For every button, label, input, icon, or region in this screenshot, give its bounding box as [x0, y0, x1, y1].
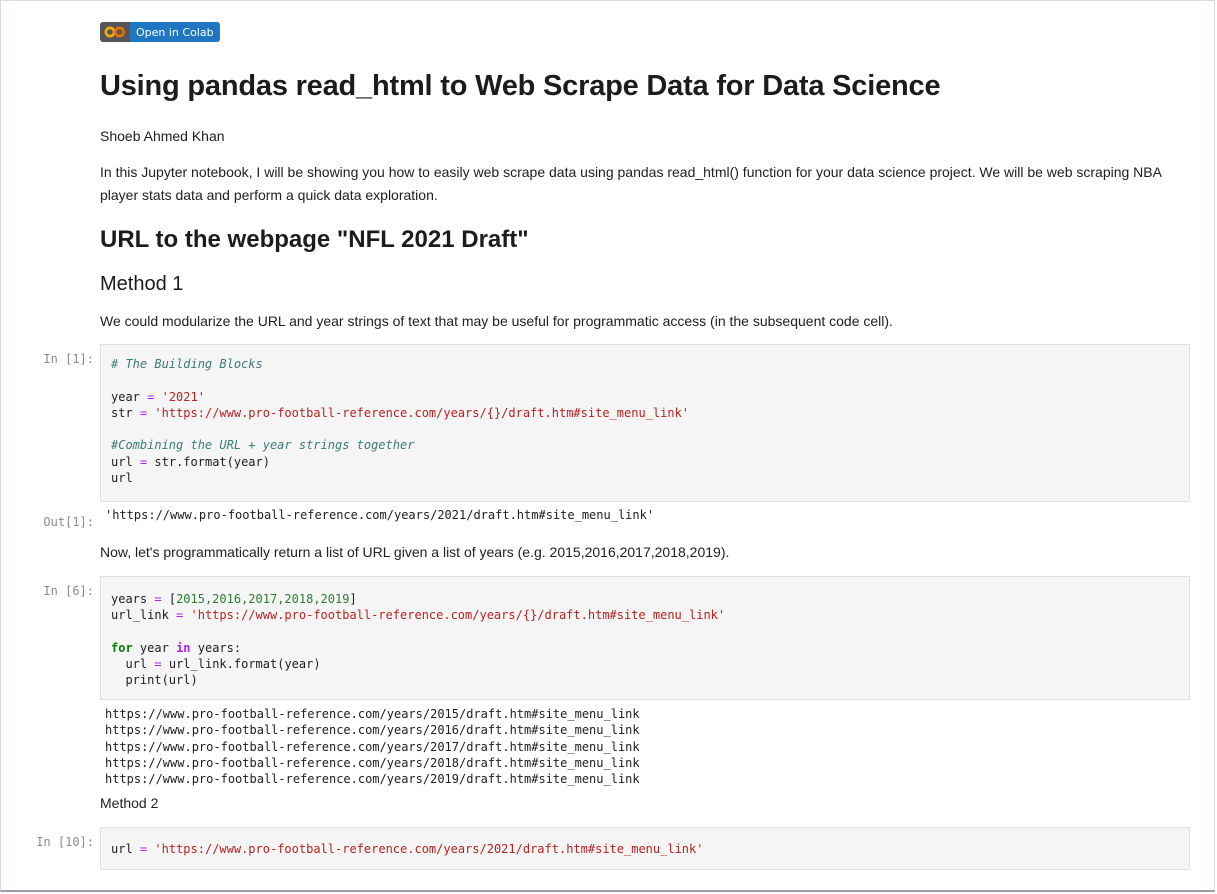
code-expression: str.format(year) — [154, 454, 270, 469]
code-variable: years: — [197, 640, 242, 655]
code-string: '2021' — [161, 389, 205, 404]
cell1-output-prompt: Out[1]: — [43, 515, 94, 529]
code-variable: year — [139, 640, 169, 655]
code-variable: str — [111, 405, 133, 420]
cell2-input-prompt: In [6]: — [43, 584, 94, 598]
cell2-output: https://www.pro-football-reference.com/y… — [105, 706, 640, 787]
author-text: Shoeb Ahmed Khan — [100, 128, 225, 144]
code-variable: url — [125, 657, 148, 672]
code-operator: = — [154, 592, 162, 606]
notebook-title: Using pandas read_html to Web Scrape Dat… — [100, 70, 941, 102]
code-comment: # The Building Blocks — [111, 357, 263, 371]
code-cell-3[interactable]: url = 'https://www.pro-football-referenc… — [100, 827, 1190, 870]
code-variable: url — [111, 842, 133, 856]
output-line: https://www.pro-football-reference.com/y… — [105, 739, 640, 754]
method2-heading: Method 2 — [100, 795, 159, 811]
code-keyword: in — [176, 640, 191, 655]
intro-paragraph: In this Jupyter notebook, I will be show… — [100, 164, 1162, 203]
code-bracket: ] — [349, 592, 357, 606]
code-operator: = — [176, 608, 184, 623]
colab-badge-label: Open in Colab — [130, 22, 220, 42]
method1-description-2: Now, let's programmatically return a lis… — [100, 544, 730, 560]
code-string: 'https://www.pro-football-reference.com/… — [154, 405, 690, 420]
code-operator: = — [147, 389, 155, 404]
code-variable: years — [111, 592, 148, 606]
code-operator: = — [154, 657, 162, 672]
open-in-colab-badge[interactable]: Open in Colab — [100, 22, 220, 42]
colab-logo-icon — [100, 22, 130, 42]
method1-heading: Method 1 — [100, 273, 184, 295]
output-line: https://www.pro-football-reference.com/y… — [105, 755, 640, 770]
cell1-output: 'https://www.pro-football-reference.com/… — [105, 508, 655, 522]
output-line: https://www.pro-football-reference.com/y… — [105, 707, 640, 721]
code-comment: #Combining the URL + year strings togeth… — [111, 438, 415, 453]
code-keyword: for — [111, 640, 133, 655]
code-number-list: 2015,2016,2017,2018,2019 — [176, 592, 350, 606]
method1-description: We could modularize the URL and year str… — [100, 313, 893, 329]
cell3-input-prompt: In [10]: — [36, 835, 94, 849]
code-expression: url_link.format(year) — [168, 657, 321, 672]
output-line: https://www.pro-football-reference.com/y… — [105, 723, 640, 738]
code-expression: print(url) — [125, 673, 198, 688]
code-bracket: [ — [168, 592, 177, 606]
code-string: 'https://www.pro-football-reference.com/… — [190, 608, 726, 623]
code-operator: = — [139, 842, 148, 856]
code-operator: = — [139, 454, 148, 469]
cell1-input-prompt: In [1]: — [43, 352, 94, 366]
code-variable: url — [111, 454, 133, 469]
code-operator: = — [139, 405, 148, 420]
section-heading: URL to the webpage "NFL 2021 Draft" — [100, 226, 529, 253]
code-cell-1[interactable]: # The Building Blocks year = '2021' str = … — [100, 344, 1190, 502]
code-variable: url — [111, 471, 133, 486]
code-variable: url_link — [111, 608, 169, 623]
code-variable: year — [111, 389, 140, 404]
output-line: https://www.pro-football-reference.com/y… — [105, 772, 640, 787]
code-string: 'https://www.pro-football-reference.com/… — [154, 842, 704, 856]
code-cell-2[interactable]: years = [2015,2016,2017,2018,2019] url_li… — [100, 576, 1190, 700]
